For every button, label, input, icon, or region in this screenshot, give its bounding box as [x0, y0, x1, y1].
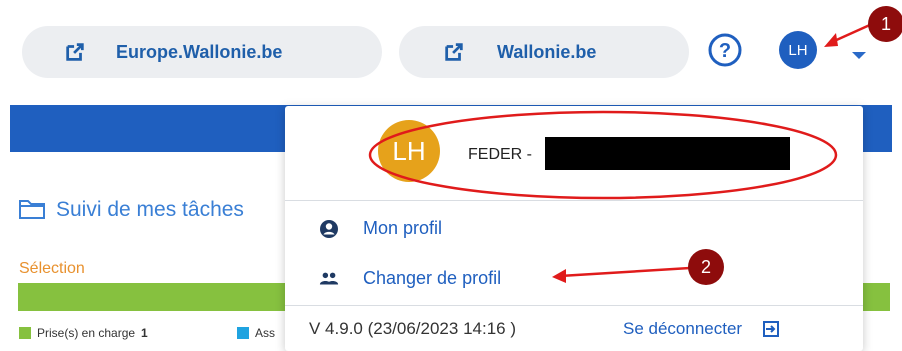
user-name-prefix: FEDER - — [468, 146, 532, 163]
user-avatar-button[interactable]: LH — [779, 31, 817, 69]
annotation-badge-1: 1 — [868, 6, 902, 42]
legend-item-assigned: Ass — [237, 326, 275, 340]
switch-profile-label: Changer de profil — [363, 268, 502, 288]
legend-item-taken: Prise(s) en charge 1 — [19, 326, 148, 340]
wallonie-link[interactable]: Wallonie.be — [399, 26, 689, 78]
sign-out-icon — [763, 321, 780, 337]
europe-wallonie-label: Europe.Wallonie.be — [116, 41, 283, 62]
wallonie-label: Wallonie.be — [497, 41, 597, 62]
my-profile-label: Mon profil — [363, 218, 443, 238]
arrow-line-1 — [831, 22, 873, 44]
help-icon[interactable]: ? — [708, 33, 742, 67]
my-profile-menu-item[interactable]: Mon profil — [319, 218, 442, 239]
logout-button[interactable]: Se déconnecter — [623, 319, 780, 339]
version-info: V 4.9.0 (23/06/2023 14:16 ) — [309, 319, 516, 338]
switch-profile-menu-item[interactable]: Changer de profil — [319, 268, 501, 289]
dropdown-avatar-initials: LH — [392, 135, 426, 166]
legend-label: Ass — [255, 326, 276, 340]
arrow-head-1 — [824, 33, 838, 47]
legend-count: 1 — [141, 326, 148, 340]
annotation-badge-2: 2 — [688, 249, 724, 285]
selection-label: Sélection — [19, 260, 85, 277]
divider — [285, 305, 863, 306]
task-tracking-title: Suivi de mes tâches — [56, 198, 244, 221]
user-circle-icon — [320, 219, 338, 238]
external-link-icon — [445, 43, 463, 61]
svg-text:?: ? — [719, 40, 731, 62]
legend-swatch — [19, 327, 31, 339]
external-link-icon — [66, 43, 84, 61]
divider — [285, 200, 863, 201]
logout-label: Se déconnecter — [623, 319, 743, 338]
user-dropdown-menu: LH FEDER - Mon profil Changer de profil … — [285, 106, 863, 351]
dropdown-avatar: LH — [378, 120, 440, 182]
redacted-username — [545, 137, 790, 170]
avatar-initials: LH — [788, 41, 808, 59]
europe-wallonie-link[interactable]: Europe.Wallonie.be — [22, 26, 382, 78]
legend-label: Prise(s) en charge — [37, 326, 136, 340]
legend-swatch — [237, 327, 249, 339]
folder-icon — [19, 200, 45, 219]
users-icon — [319, 272, 339, 284]
caret-down-icon[interactable] — [852, 52, 866, 59]
